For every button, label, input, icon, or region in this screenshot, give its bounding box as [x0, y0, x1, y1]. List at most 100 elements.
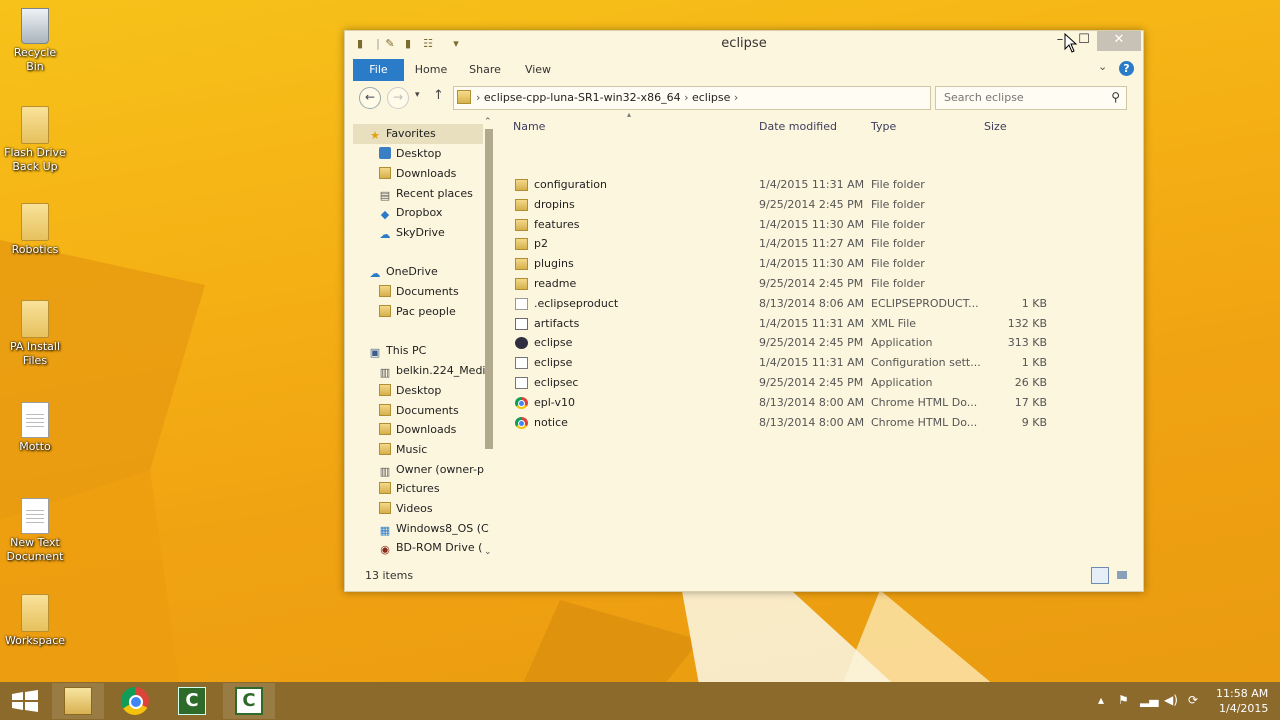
clock-date[interactable]: 1/4/2015 — [1219, 702, 1268, 715]
nav-item-owner[interactable]: ▥ Owner (owner-p — [379, 460, 484, 480]
nav-item-music[interactable]: Music — [379, 440, 427, 460]
nav-item-desktop[interactable]: Desktop — [379, 381, 441, 401]
file-row[interactable]: .eclipseproduct 8/13/2014 8:06 AM ECLIPSEP… — [507, 294, 1107, 314]
nav-label: belkin.224_Medi — [396, 364, 486, 377]
back-button[interactable]: ← — [359, 87, 381, 109]
nav-item-pictures[interactable]: Pictures — [379, 479, 440, 499]
downloads-folder-icon — [379, 167, 391, 179]
scroll-down-arrow-icon[interactable]: ⌄ — [484, 547, 492, 557]
nav-label: Dropbox — [396, 206, 443, 219]
desktop-icon-workspace[interactable]: Workspace — [4, 594, 66, 648]
file-size: 1 KB — [1021, 356, 1047, 370]
scroll-up-arrow-icon[interactable]: ⌃ — [484, 117, 492, 127]
nav-item-documents[interactable]: Documents — [379, 282, 459, 302]
nav-onedrive[interactable]: ☁ OneDrive — [369, 262, 438, 282]
file-name: readme — [534, 277, 577, 290]
tab-home[interactable]: Home — [411, 59, 451, 81]
nav-item-pac-people[interactable]: Pac people — [379, 302, 456, 322]
camtasia-recorder-icon: C — [235, 687, 263, 715]
nav-item-downloads[interactable]: Downloads — [379, 420, 456, 440]
file-row[interactable]: plugins 1/4/2015 11:30 AM File folder — [507, 254, 1107, 274]
recent-locations-chevron-icon[interactable]: ▾ — [415, 90, 420, 100]
desktop-icon-motto[interactable]: Motto — [4, 402, 66, 454]
close-button[interactable]: ✕ — [1097, 31, 1141, 51]
nav-item-skydrive[interactable]: ☁ SkyDrive — [379, 223, 445, 243]
desktop-icon-robotics[interactable]: Robotics — [4, 203, 66, 257]
desktop-icon-recycle-bin[interactable]: Recycle Bin — [4, 8, 66, 74]
taskbar-chrome[interactable] — [109, 683, 161, 719]
explorer-window[interactable]: ▮ | ✎ ▮ ☷ ▾ eclipse – ☐ ✕ File Home Shar… — [344, 30, 1144, 592]
column-header-type[interactable]: Type — [871, 120, 896, 133]
folder-icon — [21, 300, 49, 338]
up-arrow-icon[interactable]: ↑ — [433, 88, 444, 103]
search-box[interactable]: ⚲ — [935, 86, 1127, 110]
taskbar-camtasia[interactable]: C — [166, 683, 218, 719]
nav-label: Pictures — [396, 482, 440, 495]
nav-this-pc[interactable]: ▣ This PC — [369, 341, 427, 361]
nav-item-desktop[interactable]: Desktop — [379, 144, 441, 164]
tab-share[interactable]: Share — [465, 59, 505, 81]
search-icon[interactable]: ⚲ — [1111, 90, 1120, 104]
file-row[interactable]: dropins 9/25/2014 2:45 PM File folder — [507, 195, 1107, 215]
help-icon[interactable]: ? — [1119, 61, 1134, 76]
nav-item-videos[interactable]: Videos — [379, 499, 433, 519]
column-header-size[interactable]: Size — [984, 120, 1007, 133]
breadcrumb-item[interactable]: eclipse — [692, 91, 730, 104]
address-bar[interactable]: › eclipse-cpp-luna-SR1-win32-x86_64 › ec… — [453, 86, 1013, 110]
show-hidden-icons-icon[interactable]: ▴ — [1098, 693, 1104, 707]
navigation-pane-scrollbar[interactable]: ⌃ ⌄ — [483, 117, 495, 561]
expand-ribbon-chevron-icon[interactable]: ⌄ — [1098, 60, 1107, 73]
column-header-date-modified[interactable]: Date modified — [759, 120, 837, 133]
desktop-icon-pa-install-files[interactable]: PA Install Files — [4, 300, 66, 368]
file-row[interactable]: features 1/4/2015 11:30 AM File folder — [507, 215, 1107, 235]
file-row[interactable]: eclipse 9/25/2014 2:45 PM Application 313 K… — [507, 333, 1107, 353]
nav-item-dropbox[interactable]: ◆ Dropbox — [379, 203, 443, 223]
folder-icon — [457, 90, 471, 104]
volume-icon[interactable]: ◀) — [1164, 693, 1178, 707]
videos-folder-icon — [379, 502, 391, 514]
file-row[interactable]: eclipse 1/4/2015 11:31 AM Configuration se… — [507, 353, 1107, 373]
folder-icon — [515, 179, 528, 191]
desktop-icon-new-text-document[interactable]: New Text Document — [4, 498, 66, 564]
navigation-bar: ← → ▾ ↑ › eclipse-cpp-luna-SR1-win32-x86… — [353, 84, 1135, 112]
search-input[interactable] — [942, 90, 1106, 105]
file-row[interactable]: eclipsec 9/25/2014 2:45 PM Application 26 K… — [507, 373, 1107, 393]
clock-time[interactable]: 11:58 AM — [1216, 687, 1268, 700]
start-button[interactable] — [0, 683, 52, 719]
file-row[interactable]: configuration 1/4/2015 11:31 AM File folde… — [507, 175, 1107, 195]
large-icons-view-button[interactable] — [1113, 567, 1131, 584]
details-view-button[interactable] — [1091, 567, 1109, 584]
nav-item-belkin[interactable]: ▥ belkin.224_Medi — [379, 361, 486, 381]
nav-item-downloads[interactable]: Downloads — [379, 164, 456, 184]
desktop-icon-flash-drive-back-up[interactable]: Flash Drive Back Up — [4, 106, 66, 174]
nav-item-bd-rom[interactable]: ◉ BD-ROM Drive ( — [379, 538, 482, 558]
scrollbar-thumb[interactable] — [485, 129, 493, 449]
nav-item-documents[interactable]: Documents — [379, 401, 459, 421]
title-bar[interactable]: ▮ | ✎ ▮ ☷ ▾ eclipse – ☐ ✕ — [345, 31, 1143, 58]
tab-file[interactable]: File — [353, 59, 404, 81]
tab-view[interactable]: View — [518, 59, 558, 81]
forward-button[interactable]: → — [387, 87, 409, 109]
folder-icon — [21, 106, 49, 144]
nav-label: Downloads — [396, 167, 457, 180]
nav-item-recent-places[interactable]: ▤ Recent places — [379, 184, 473, 204]
column-header-name[interactable]: Name — [513, 120, 545, 133]
network-signal-icon[interactable]: ▂▄ — [1140, 693, 1158, 707]
cloud-icon: ☁ — [379, 228, 391, 241]
folder-icon — [515, 198, 528, 211]
file-row[interactable]: notice 8/13/2014 8:00 AM Chrome HTML Do...… — [507, 413, 1107, 433]
file-row[interactable]: readme 9/25/2014 2:45 PM File folder — [507, 274, 1107, 294]
file-row[interactable]: p2 1/4/2015 11:27 AM File folder — [507, 234, 1107, 254]
taskbar-camtasia-recorder[interactable]: C — [223, 683, 275, 719]
nav-favorites[interactable]: ★ Favorites — [353, 124, 483, 144]
nav-item-windows8-os[interactable]: ▦ Windows8_OS (C — [379, 519, 489, 539]
sync-icon[interactable]: ⟳ — [1188, 693, 1198, 707]
action-center-flag-icon[interactable]: ⚑ — [1118, 693, 1129, 707]
file-row[interactable]: artifacts 1/4/2015 11:31 AM XML File 132 KB — [507, 314, 1107, 334]
file-name: eclipse — [534, 356, 573, 370]
nav-label: Favorites — [386, 127, 436, 140]
file-row[interactable]: epl-v10 8/13/2014 8:00 AM Chrome HTML Do..… — [507, 393, 1107, 413]
breadcrumb-item[interactable]: eclipse-cpp-luna-SR1-win32-x86_64 — [484, 91, 681, 104]
taskbar-file-explorer[interactable] — [52, 683, 104, 719]
item-count: 13 items — [365, 569, 414, 582]
